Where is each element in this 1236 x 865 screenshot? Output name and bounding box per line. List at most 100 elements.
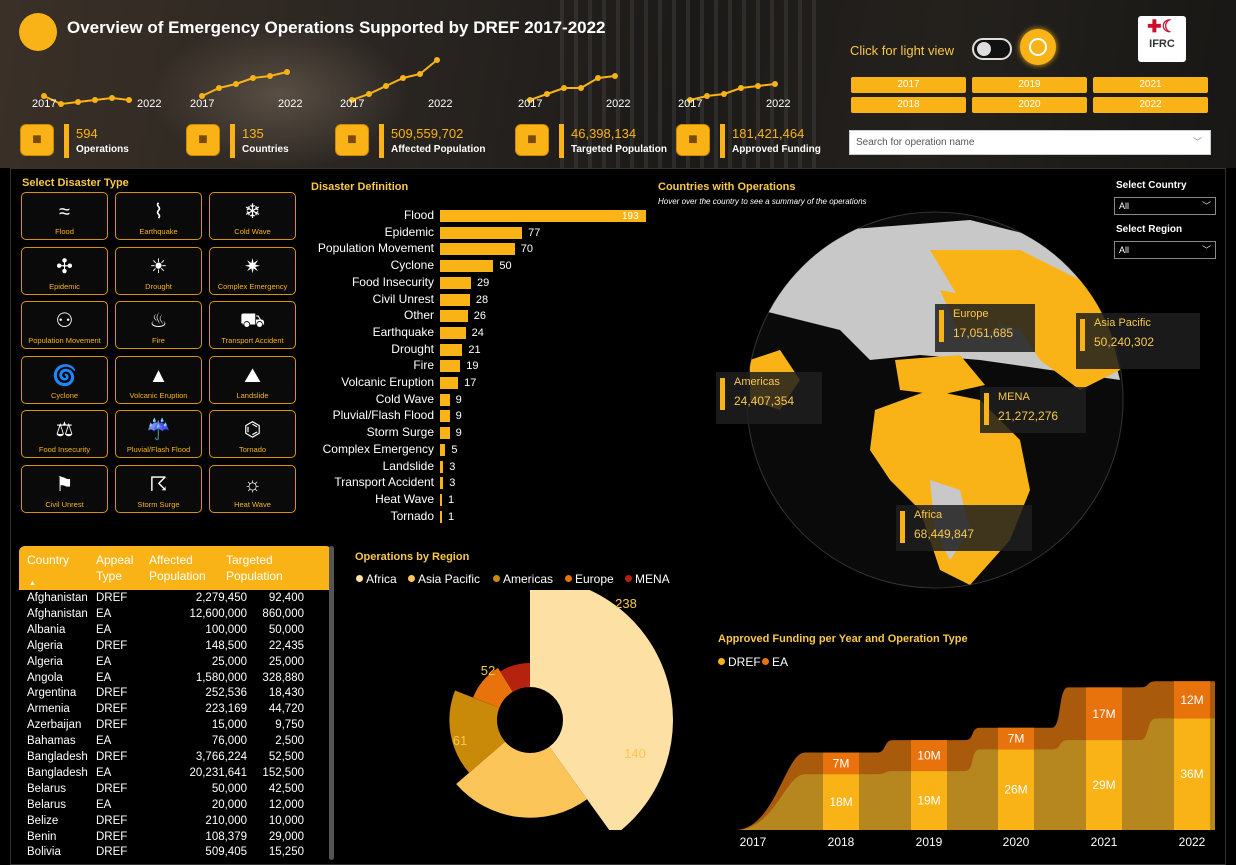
- cell-country: Afghanistan: [27, 607, 88, 620]
- cell-affected: 20,231,641: [189, 766, 247, 779]
- funding-area-chart[interactable]: 18M 7M 19M 10M 26M 7M 29M 17M 36M 12M 2017 2018 2019…: [735, 675, 1215, 860]
- bar[interactable]: [440, 226, 523, 239]
- disaster-type-transport-accident[interactable]: ⛟ Transport Accident: [209, 301, 296, 349]
- bar[interactable]: [440, 393, 450, 406]
- bar[interactable]: [440, 326, 466, 339]
- table-row[interactable]: Algeria DREF 148,500 22,435: [19, 639, 332, 655]
- operations-by-region-chart[interactable]: 238 140 103 61 52: [430, 590, 680, 830]
- disaster-type-volcanic-eruption[interactable]: ▲ Volcanic Eruption: [115, 355, 202, 404]
- legend-item[interactable]: Americas: [493, 572, 553, 586]
- year-button-2019[interactable]: 2019: [972, 77, 1087, 93]
- sort-ascending-icon[interactable]: ▲: [29, 580, 36, 587]
- column-country[interactable]: Country: [27, 552, 69, 568]
- year-button-2018[interactable]: 2018: [851, 97, 966, 113]
- table-row[interactable]: Benin DREF 108,379 29,000: [19, 830, 332, 846]
- bar[interactable]: [440, 310, 468, 323]
- drought-icon: ☀: [149, 255, 168, 278]
- cell-affected: 100,000: [205, 623, 247, 636]
- column-appeal-type[interactable]: Appeal Type: [96, 552, 133, 584]
- bar-value-label: 17: [464, 377, 477, 389]
- disaster-type-epidemic[interactable]: ✣ Epidemic: [21, 246, 108, 295]
- operation-search-input[interactable]: Search for operation name ﹀: [849, 130, 1211, 155]
- legend-item[interactable]: MENA: [625, 572, 670, 586]
- sun-icon[interactable]: [1020, 29, 1056, 65]
- bar[interactable]: [440, 460, 444, 473]
- disaster-type-pluvial-flash-flood[interactable]: ☔ Pluvial/Flash Flood: [115, 410, 202, 458]
- table-row[interactable]: Bangladesh DREF 3,766,224 52,500: [19, 750, 332, 766]
- disaster-type-fire[interactable]: ♨ Fire: [115, 301, 202, 349]
- bar[interactable]: [440, 210, 646, 222]
- cell-appeal-type: DREF: [96, 830, 128, 843]
- bar[interactable]: [440, 260, 494, 273]
- table-row[interactable]: Bangladesh EA 20,231,641 152,500: [19, 766, 332, 782]
- disaster-type-population-movement[interactable]: ⚇ Population Movement: [21, 301, 108, 349]
- bar[interactable]: [440, 377, 459, 389]
- table-row[interactable]: Angola EA 1,580,000 328,880: [19, 671, 332, 687]
- sparkline-point: [383, 83, 389, 89]
- bar[interactable]: [440, 477, 444, 490]
- table-row[interactable]: Afghanistan DREF 2,279,450 92,400: [19, 591, 332, 607]
- disaster-type-civil-unrest[interactable]: ⚑ Civil Unrest: [21, 464, 108, 513]
- region-callout-mena[interactable]: MENA 21,272,276: [980, 387, 1086, 433]
- legend-item[interactable]: DREF: [718, 655, 761, 669]
- disaster-type-tornado[interactable]: ⌬ Tornado: [209, 410, 296, 458]
- table-row[interactable]: Belarus EA 20,000 12,000: [19, 798, 332, 814]
- year-button-2022[interactable]: 2022: [1093, 97, 1208, 113]
- year-button-2020[interactable]: 2020: [972, 97, 1087, 113]
- bar-label-ea: 10M: [917, 749, 940, 763]
- money-icon: ■: [676, 124, 710, 156]
- table-row[interactable]: Albania EA 100,000 50,000: [19, 623, 332, 639]
- disaster-type-complex-emergency[interactable]: ✷ Complex Emergency: [209, 246, 296, 295]
- operations-table[interactable]: Country ▲ Appeal Type Affected Population …: [19, 546, 332, 860]
- sparkline-point: [250, 75, 256, 81]
- legend-item[interactable]: Africa: [356, 572, 397, 586]
- region-callout-africa[interactable]: Africa 68,449,847: [896, 505, 1032, 551]
- disaster-type-drought[interactable]: ☀ Drought: [115, 246, 202, 295]
- bar[interactable]: [440, 410, 450, 423]
- region-value: 21,272,276: [998, 409, 1059, 423]
- table-row[interactable]: Bolivia DREF 509,405 15,250: [19, 845, 332, 861]
- bar[interactable]: [440, 243, 515, 256]
- bar[interactable]: [440, 293, 470, 306]
- table-row[interactable]: Belize DREF 210,000 10,000: [19, 814, 332, 830]
- legend-item[interactable]: Asia Pacific: [408, 572, 480, 586]
- table-row[interactable]: Algeria EA 25,000 25,000: [19, 655, 332, 671]
- column-targeted-population[interactable]: Targeted Population: [226, 552, 283, 584]
- bar[interactable]: [440, 443, 446, 456]
- bar[interactable]: [440, 427, 450, 440]
- table-row[interactable]: Bahamas EA 76,000 2,500: [19, 734, 332, 750]
- region-callout-americas[interactable]: Americas 24,407,354: [716, 372, 822, 424]
- column-affected-population[interactable]: Affected Population: [149, 552, 206, 584]
- disaster-type-label: Tornado: [238, 445, 267, 454]
- light-view-toggle[interactable]: [972, 38, 1012, 60]
- bar[interactable]: [440, 360, 461, 373]
- disaster-type-cold-wave[interactable]: ❄ Cold Wave: [209, 192, 296, 240]
- table-row[interactable]: Argentina DREF 252,536 18,430: [19, 686, 332, 702]
- table-row[interactable]: Afghanistan EA 12,600,000 860,000: [19, 607, 332, 623]
- legend-marker: [762, 658, 769, 665]
- sparkline-start-year: 2017: [32, 98, 57, 110]
- bar[interactable]: [440, 493, 442, 506]
- flash-flood-icon: ☔: [146, 419, 171, 441]
- region-callout-europe[interactable]: Europe 17,051,685: [935, 304, 1035, 352]
- disaster-type-cyclone[interactable]: 🌀 Cyclone: [21, 355, 108, 404]
- cell-targeted: 92,400: [268, 592, 304, 604]
- disaster-type-flood[interactable]: ≈ Flood: [21, 192, 108, 240]
- disaster-type-earthquake[interactable]: ⌇ Earthquake: [115, 192, 202, 240]
- table-row[interactable]: Armenia DREF 223,169 44,720: [19, 702, 332, 718]
- disaster-type-heat-wave[interactable]: ☼ Heat Wave: [209, 464, 296, 513]
- disaster-type-storm-surge[interactable]: ☈ Storm Surge: [115, 464, 202, 513]
- table-row[interactable]: Belarus DREF 50,000 42,500: [19, 782, 332, 798]
- bar[interactable]: [440, 510, 442, 523]
- year-button-2017[interactable]: 2017: [851, 77, 966, 93]
- region-callout-asia-pacific[interactable]: Asia Pacific 50,240,302: [1076, 313, 1200, 369]
- bar[interactable]: [440, 343, 463, 356]
- disaster-type-landslide[interactable]: ⛰ Landslide: [209, 355, 296, 404]
- disaster-type-food-insecurity[interactable]: ⚖ Food Insecurity: [21, 410, 108, 458]
- year-button-2021[interactable]: 2021: [1093, 77, 1208, 93]
- legend-item[interactable]: Europe: [565, 572, 614, 586]
- table-scrollbar[interactable]: [329, 546, 334, 860]
- table-row[interactable]: Azerbaijan DREF 15,000 9,750: [19, 718, 332, 734]
- legend-item[interactable]: EA: [762, 655, 788, 669]
- bar[interactable]: [440, 276, 471, 289]
